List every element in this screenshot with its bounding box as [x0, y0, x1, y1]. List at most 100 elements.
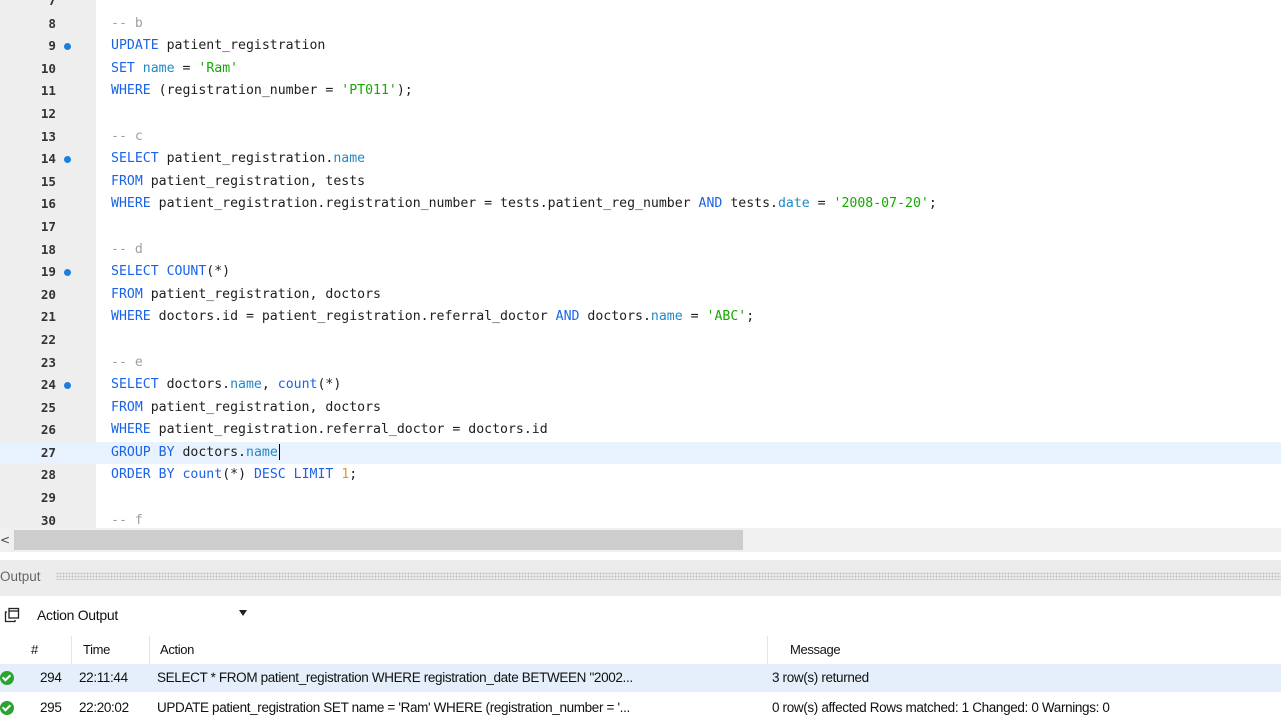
code-line[interactable]: 12: [0, 103, 1281, 126]
code-token: COUNT: [166, 264, 207, 280]
line-number: 7: [48, 0, 56, 8]
code-line[interactable]: 20 FROM patient_registration, doctors: [0, 284, 1281, 307]
code-line[interactable]: 14 SELECT patient_registration.name: [0, 148, 1281, 171]
code-line[interactable]: 18 -- d: [0, 239, 1281, 262]
code-token: date: [777, 196, 810, 212]
code-line[interactable]: 7: [0, 0, 1281, 13]
line-number: 20: [40, 286, 56, 302]
horizontal-scrollbar[interactable]: <: [0, 528, 1281, 552]
code-token: tests.: [722, 196, 778, 212]
code-token: FROM: [111, 173, 143, 189]
code-text: SET name = 'Ram': [111, 58, 238, 81]
column-header-message[interactable]: Message: [768, 636, 1281, 664]
code-line[interactable]: 10 SET name = 'Ram': [0, 58, 1281, 81]
code-token: name: [246, 444, 278, 460]
line-number: 27: [40, 444, 56, 460]
code-token: (*): [206, 264, 231, 280]
table-row[interactable]: 295 22:20:02 UPDATE patient_registration…: [0, 694, 1281, 722]
code-token: name: [333, 151, 366, 167]
code-token: SELECT: [111, 377, 159, 393]
code-line[interactable]: 26 WHERE patient_registration.referral_do…: [0, 419, 1281, 442]
code-token: 'PT011': [341, 83, 397, 99]
code-token: patient_registration.referral_doctor = d…: [150, 422, 548, 438]
code-token: 'Ram': [198, 60, 239, 76]
line-number: 10: [40, 60, 56, 76]
code-token: ORDER BY: [111, 467, 175, 483]
column-header-time[interactable]: Time: [72, 636, 150, 664]
code-text: FROM patient_registration, doctors: [111, 284, 381, 307]
code-text: FROM patient_registration, doctors: [111, 397, 381, 420]
column-header-num[interactable]: #: [22, 636, 72, 664]
code-token: SELECT: [111, 151, 159, 167]
statement-marker-icon[interactable]: [64, 269, 71, 277]
sql-editor[interactable]: 7 8 -- b 9 UPDATE patient_registration 10 SET …: [0, 0, 1281, 528]
table-row[interactable]: 294 22:11:44 SELECT * FROM patient_regis…: [0, 664, 1281, 692]
code-token: name: [650, 309, 683, 325]
chevron-down-icon: [239, 610, 247, 616]
panel-drag-grip[interactable]: [56, 572, 1281, 580]
row-message: 0 row(s) affected Rows matched: 1 Change…: [772, 700, 1110, 715]
code-line[interactable]: 28 ORDER BY count(*) DESC LIMIT 1;: [0, 464, 1281, 487]
code-token: ;: [349, 467, 358, 483]
code-token: (registration_number =: [150, 83, 342, 99]
code-area[interactable]: 7 8 -- b 9 UPDATE patient_registration 10 SET …: [0, 0, 1281, 528]
line-number: 22: [40, 331, 56, 347]
code-token: WHERE: [111, 83, 151, 99]
code-token: ;: [928, 196, 937, 212]
column-header-action[interactable]: Action: [150, 636, 768, 664]
code-token: LIMIT: [293, 467, 334, 483]
row-num: 295: [40, 700, 62, 715]
code-line[interactable]: 16 WHERE patient_registration.registratio…: [0, 193, 1281, 216]
line-number: 18: [40, 241, 56, 257]
scroll-left-arrow-icon[interactable]: <: [0, 532, 12, 548]
code-line[interactable]: 17: [0, 216, 1281, 239]
statement-marker-icon[interactable]: [64, 382, 71, 390]
code-token: FROM: [111, 286, 143, 302]
code-text: -- c: [111, 126, 143, 149]
code-token: WHERE: [111, 309, 151, 325]
code-line[interactable]: 21 WHERE doctors.id = patient_registratio…: [0, 306, 1281, 329]
code-token: -- e: [111, 354, 143, 370]
copy-icon[interactable]: [4, 607, 20, 623]
line-number: 8: [48, 15, 56, 31]
output-type-select[interactable]: Action Output: [29, 604, 254, 628]
code-text: ORDER BY count(*) DESC LIMIT 1;: [111, 464, 357, 487]
line-number: 24: [40, 377, 56, 393]
code-text: -- f: [111, 510, 143, 528]
statement-marker-icon[interactable]: [64, 43, 71, 51]
code-line[interactable]: 8 -- b: [0, 13, 1281, 36]
code-line-current[interactable]: 27 GROUP BY doctors.name: [0, 441, 1281, 465]
code-token: WHERE: [111, 196, 151, 212]
code-text: SELECT COUNT(*): [111, 261, 230, 284]
code-token: SELECT: [111, 264, 159, 280]
code-token: patient_registration.registration_number…: [150, 196, 699, 212]
code-line[interactable]: 19 SELECT COUNT(*): [0, 261, 1281, 284]
statement-marker-icon[interactable]: [64, 156, 71, 164]
scrollbar-thumb[interactable]: [14, 530, 743, 550]
line-number: 16: [40, 196, 56, 212]
code-text: WHERE patient_registration.registration_…: [111, 193, 937, 216]
code-line[interactable]: 11 WHERE (registration_number = 'PT011');: [0, 80, 1281, 103]
code-token: doctors.: [579, 309, 651, 325]
code-line[interactable]: 29: [0, 487, 1281, 510]
code-line[interactable]: 23 -- e: [0, 352, 1281, 375]
line-number: 19: [40, 264, 56, 280]
code-line[interactable]: 13 -- c: [0, 126, 1281, 149]
code-text: FROM patient_registration, tests: [111, 171, 365, 194]
code-line[interactable]: 22: [0, 329, 1281, 352]
code-token: 'ABC': [706, 309, 747, 325]
code-text: WHERE patient_registration.referral_doct…: [111, 419, 548, 442]
code-line[interactable]: 9 UPDATE patient_registration: [0, 35, 1281, 58]
code-line[interactable]: 15 FROM patient_registration, tests: [0, 171, 1281, 194]
row-num: 294: [40, 670, 62, 685]
code-token: count: [182, 467, 223, 483]
output-toolbar: Action Output: [0, 596, 1281, 636]
code-text: SELECT doctors.name, count(*): [111, 374, 341, 397]
code-line[interactable]: 25 FROM patient_registration, doctors: [0, 397, 1281, 420]
code-line[interactable]: 30 -- f: [0, 510, 1281, 528]
success-check-icon: [0, 671, 14, 685]
line-number: 28: [40, 467, 56, 483]
code-text: WHERE (registration_number = 'PT011');: [111, 80, 413, 103]
code-line[interactable]: 24 SELECT doctors.name, count(*): [0, 374, 1281, 397]
